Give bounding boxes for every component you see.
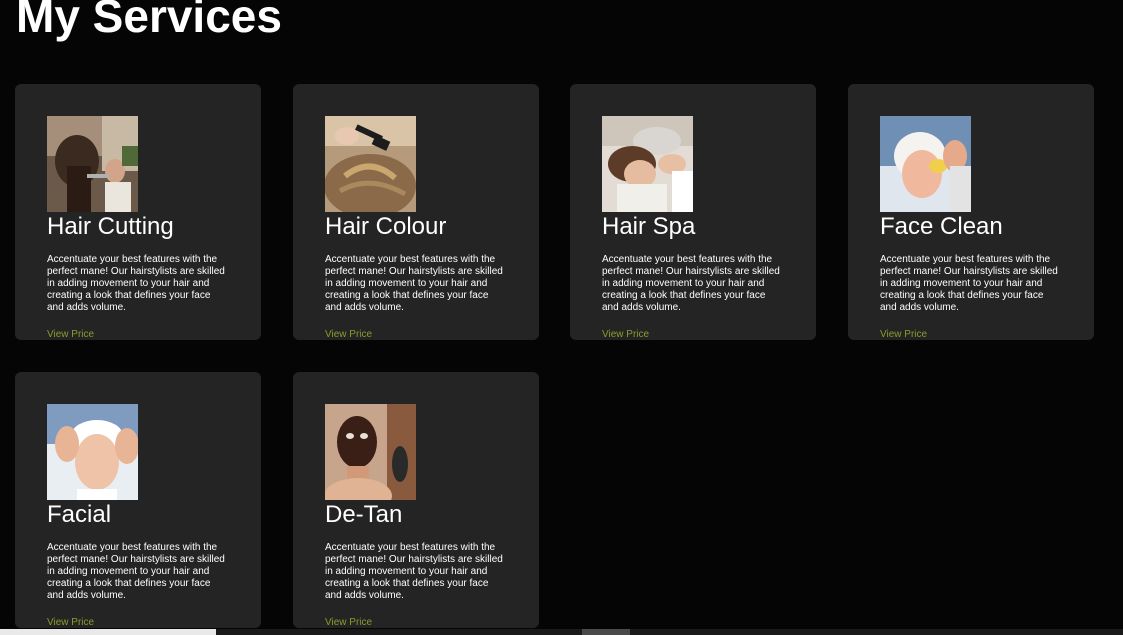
hair-spa-image — [602, 116, 693, 212]
service-title: Face Clean — [880, 213, 1003, 240]
service-description: Accentuate your best features with the p… — [602, 254, 780, 313]
service-title: Hair Spa — [602, 213, 696, 240]
service-card-hair-cutting: Hair Cutting Accentuate your best featur… — [15, 84, 261, 340]
face-clean-image — [880, 116, 971, 212]
service-card-facial: Facial Accentuate your best features wit… — [15, 372, 261, 628]
service-description: Accentuate your best features with the p… — [880, 254, 1058, 313]
view-price-link[interactable]: View Price — [325, 329, 372, 340]
service-description: Accentuate your best features with the p… — [325, 254, 503, 313]
de-tan-image — [325, 404, 416, 500]
service-description: Accentuate your best features with the p… — [325, 542, 503, 601]
scrollbar-track — [0, 629, 216, 635]
service-card-de-tan: De-Tan Accentuate your best features wit… — [293, 372, 539, 628]
view-price-link[interactable]: View Price — [47, 329, 94, 340]
service-card-hair-colour: Hair Colour Accentuate your best feature… — [293, 84, 539, 340]
view-price-link[interactable]: View Price — [47, 617, 94, 628]
service-title: Hair Cutting — [47, 213, 174, 240]
service-card-hair-spa: Hair Spa Accentuate your best features w… — [570, 84, 816, 340]
page-title: My Services — [16, 0, 282, 42]
service-title: De-Tan — [325, 501, 403, 528]
service-description: Accentuate your best features with the p… — [47, 542, 225, 601]
view-price-link[interactable]: View Price — [325, 617, 372, 628]
view-price-link[interactable]: View Price — [602, 329, 649, 340]
horizontal-scrollbar[interactable] — [0, 629, 1123, 635]
scrollbar-thumb[interactable] — [582, 629, 630, 635]
facial-image — [47, 404, 138, 500]
service-title: Facial — [47, 501, 112, 528]
service-title: Hair Colour — [325, 213, 447, 240]
hair-colour-image — [325, 116, 416, 212]
services-page: My Services Hair Cutting Accentuate your… — [0, 0, 1123, 635]
service-card-face-clean: Face Clean Accentuate your best features… — [848, 84, 1094, 340]
hair-cutting-image — [47, 116, 138, 212]
service-description: Accentuate your best features with the p… — [47, 254, 225, 313]
view-price-link[interactable]: View Price — [880, 329, 927, 340]
